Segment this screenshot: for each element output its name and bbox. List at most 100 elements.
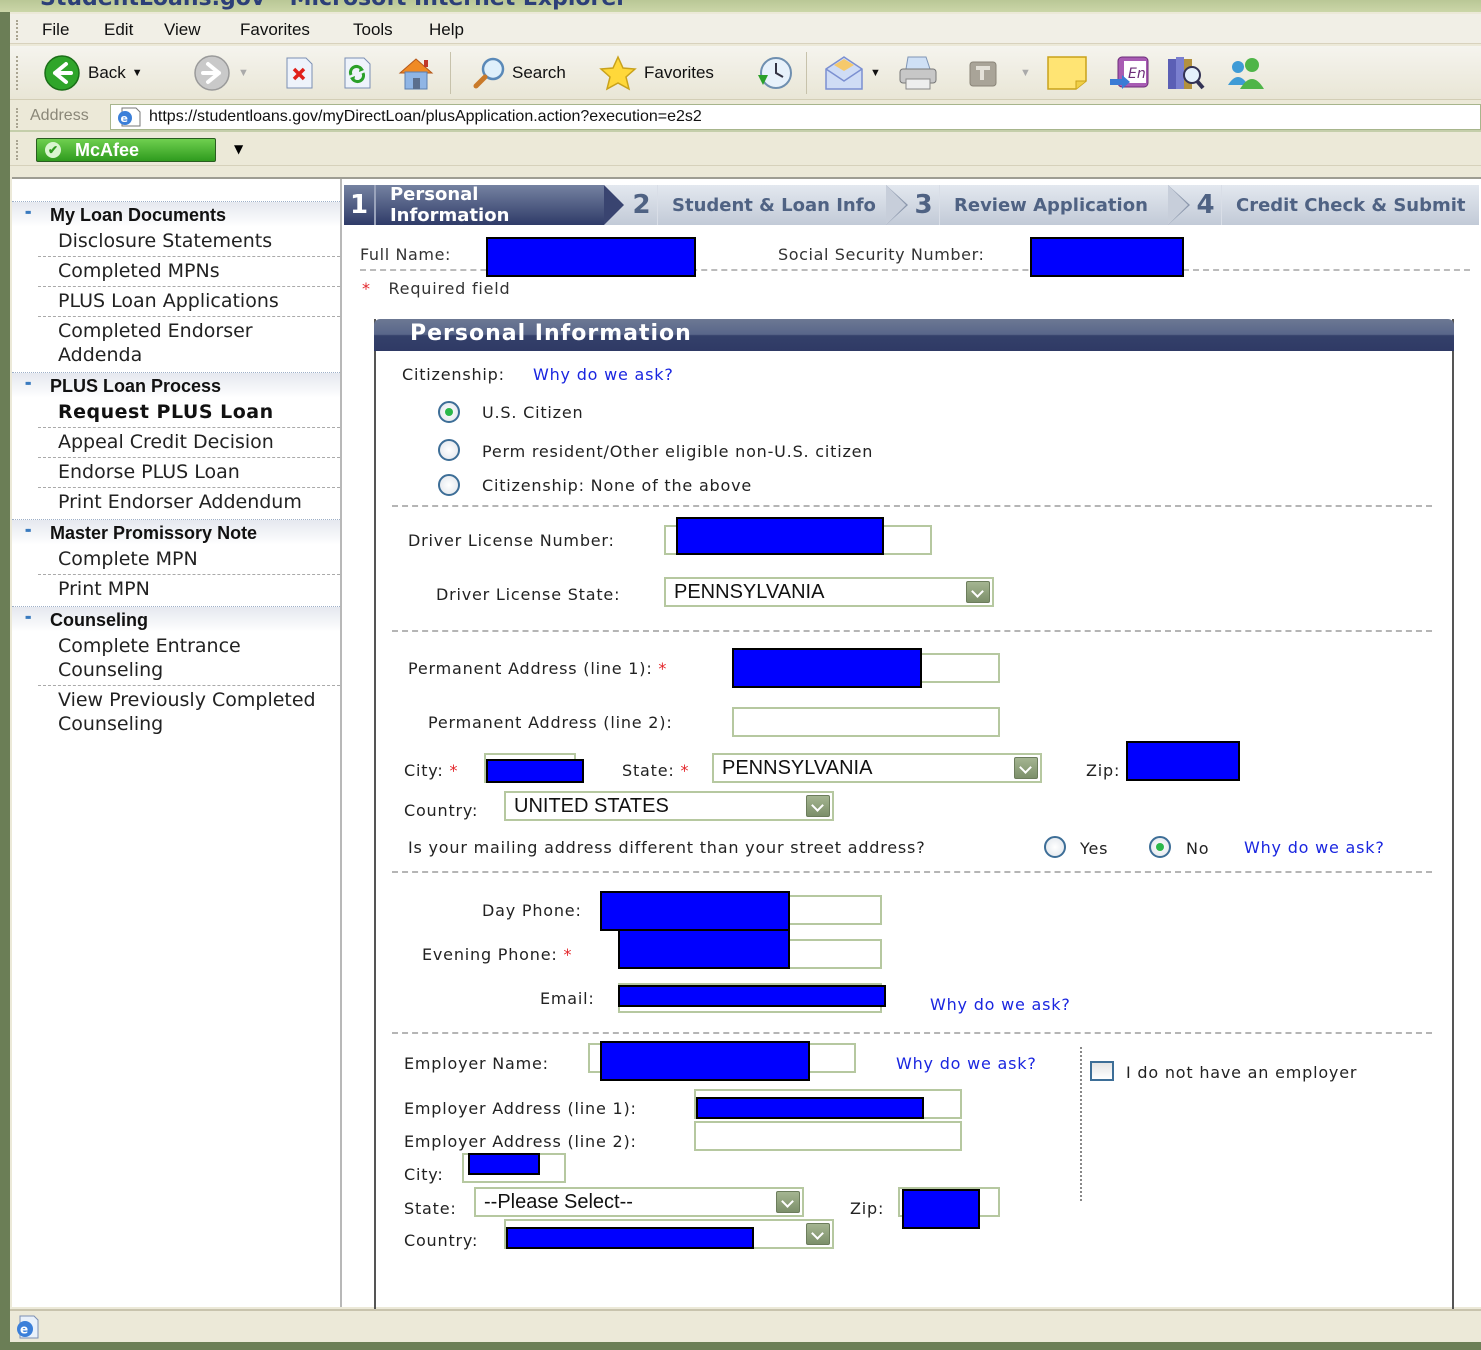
edit-dropdown-icon[interactable]: ▼ — [1020, 67, 1031, 79]
sidebar-item-print-endorser-addendum[interactable]: Print Endorser Addendum — [38, 488, 340, 517]
print-button[interactable] — [896, 55, 940, 91]
address-line2-input[interactable] — [732, 707, 1000, 737]
zip-redacted — [1126, 741, 1240, 781]
evening-phone-redacted — [618, 929, 790, 969]
mcafee-button[interactable]: ✔ McAfee — [36, 138, 216, 162]
employer-why-link[interactable]: Why do we ask? — [896, 1054, 1037, 1073]
menu-favorites[interactable]: Favorites — [240, 20, 310, 40]
sticky-note-icon — [1047, 56, 1087, 90]
required-asterisk: * — [362, 279, 371, 298]
radio-us-citizen[interactable] — [438, 401, 460, 423]
history-button[interactable] — [754, 55, 794, 91]
address-input[interactable]: e https://studentloans.gov/myDirectLoan/… — [110, 104, 1481, 130]
sidebar-section-master-promissory-note: ▪▪ Master Promissory Note — [12, 519, 340, 545]
toolbar-grip[interactable] — [16, 56, 19, 90]
license-state-label: Driver License State: — [436, 585, 621, 604]
step-review-application: 3 Review Application — [886, 185, 1190, 225]
sidebar-item-plus-loan-applications[interactable]: PLUS Loan Applications — [38, 287, 340, 317]
menu-tools[interactable]: Tools — [353, 20, 393, 40]
back-dropdown-icon[interactable]: ▼ — [132, 67, 143, 79]
citizenship-why-link[interactable]: Why do we ask? — [533, 365, 674, 384]
menu-bar: File Edit View Favorites Tools Help — [10, 14, 1481, 44]
license-number-label: Driver License Number: — [408, 531, 615, 550]
employer-state-label: State: — [404, 1199, 457, 1218]
forward-button[interactable]: ▼ — [192, 55, 249, 91]
research-books-icon — [1168, 57, 1205, 90]
day-phone-redacted — [600, 891, 790, 931]
address-line2-label: Permanent Address (line 2): — [428, 713, 673, 732]
personal-information-panel: Personal Information Citizenship: Why do… — [374, 319, 1454, 1315]
evening-phone-label: Evening Phone: * — [422, 945, 573, 964]
search-icon — [473, 57, 505, 89]
zip-label: Zip: — [1086, 761, 1121, 780]
forward-dropdown-icon[interactable]: ▼ — [238, 67, 249, 79]
sidebar-section-my-loan-documents: ▪▪ My Loan Documents — [12, 201, 340, 227]
mail-dropdown-icon[interactable]: ▼ — [870, 67, 881, 79]
back-label: Back — [88, 63, 126, 82]
license-number-redacted — [676, 517, 884, 555]
stop-button[interactable] — [282, 55, 316, 91]
sidebar-nav: ▪▪ My Loan Documents Disclosure Statemen… — [12, 179, 342, 1307]
employer-address1-redacted — [696, 1097, 924, 1119]
back-arrow-icon — [44, 55, 80, 91]
section-bullet-icon: ▪▪ — [25, 523, 31, 537]
research-button[interactable] — [1166, 55, 1206, 91]
no-employer-checkbox[interactable] — [1090, 1061, 1114, 1081]
favorites-star-icon — [599, 55, 637, 91]
printer-icon — [899, 56, 937, 90]
state-select[interactable]: PENNSYLVANIA — [712, 753, 1042, 783]
sidebar-item-endorse-plus-loan[interactable]: Endorse PLUS Loan — [38, 458, 340, 488]
menu-view[interactable]: View — [164, 20, 201, 40]
messenger-button[interactable] — [1224, 55, 1268, 91]
refresh-icon — [344, 57, 371, 89]
sidebar-item-completed-mpns[interactable]: Completed MPNs — [38, 257, 340, 287]
sidebar-item-disclosure-statements[interactable]: Disclosure Statements — [38, 227, 340, 257]
onenote-button[interactable]: En — [1108, 55, 1152, 91]
mail-button[interactable]: ▼ — [824, 55, 881, 91]
employer-state-select[interactable]: --Please Select-- — [474, 1187, 804, 1217]
step-arrow-icon — [886, 185, 906, 225]
home-button[interactable] — [396, 55, 436, 91]
edit-button[interactable]: ▼ — [968, 55, 1031, 91]
employer-address2-input[interactable] — [694, 1121, 962, 1151]
mailing-address-question: Is your mailing address different than y… — [408, 838, 926, 857]
chevron-down-icon — [776, 1191, 800, 1213]
contact-why-link[interactable]: Why do we ask? — [930, 995, 1071, 1014]
menubar-grip[interactable] — [16, 20, 19, 40]
license-state-select[interactable]: PENNSYLVANIA — [664, 577, 994, 607]
radio-perm-resident[interactable] — [438, 439, 460, 461]
sidebar-item-appeal-credit-decision[interactable]: Appeal Credit Decision — [38, 428, 340, 458]
chevron-down-icon — [806, 795, 830, 817]
employer-address2-label: Employer Address (line 2): — [404, 1132, 637, 1151]
radio-mailing-no[interactable] — [1149, 836, 1171, 858]
edit-page-icon — [969, 61, 997, 87]
option-perm-resident: Perm resident/Other eligible non-U.S. ci… — [482, 442, 874, 461]
country-select[interactable]: UNITED STATES — [504, 791, 834, 821]
menu-help[interactable]: Help — [429, 20, 464, 40]
radio-mailing-yes[interactable] — [1044, 836, 1066, 858]
no-employer-label: I do not have an employer — [1126, 1063, 1358, 1082]
mcafee-dropdown-icon[interactable]: ▼ — [234, 142, 243, 156]
mcafeebar-grip[interactable] — [16, 140, 19, 160]
addressbar-grip[interactable] — [16, 108, 19, 128]
back-button[interactable]: Back ▼ — [42, 55, 143, 91]
menu-file[interactable]: File — [42, 20, 69, 40]
mailing-why-link[interactable]: Why do we ask? — [1244, 838, 1385, 857]
refresh-button[interactable] — [340, 55, 374, 91]
sidebar-item-print-mpn[interactable]: Print MPN — [38, 575, 340, 604]
note-button[interactable] — [1046, 55, 1088, 91]
search-button[interactable]: Search — [472, 55, 566, 91]
sidebar-item-view-completed-counseling[interactable]: View Previously Completed Counseling — [38, 686, 340, 739]
option-none-of-above: Citizenship: None of the above — [482, 476, 753, 495]
sidebar-item-complete-entrance-counseling[interactable]: Complete Entrance Counseling — [38, 632, 340, 686]
option-us-citizen: U.S. Citizen — [482, 403, 584, 422]
radio-none-of-above[interactable] — [438, 474, 460, 496]
sidebar-item-complete-mpn[interactable]: Complete MPN — [38, 545, 340, 575]
sidebar-item-request-plus-loan[interactable]: Request PLUS Loan — [38, 398, 340, 428]
mailing-no-label: No — [1186, 839, 1210, 858]
sidebar-item-completed-endorser-addenda[interactable]: Completed Endorser Addenda — [38, 317, 340, 370]
ie-page-icon: e — [17, 1315, 39, 1339]
menu-edit[interactable]: Edit — [104, 20, 133, 40]
step-arrow-icon — [1168, 185, 1188, 225]
favorites-button[interactable]: Favorites — [598, 55, 714, 91]
